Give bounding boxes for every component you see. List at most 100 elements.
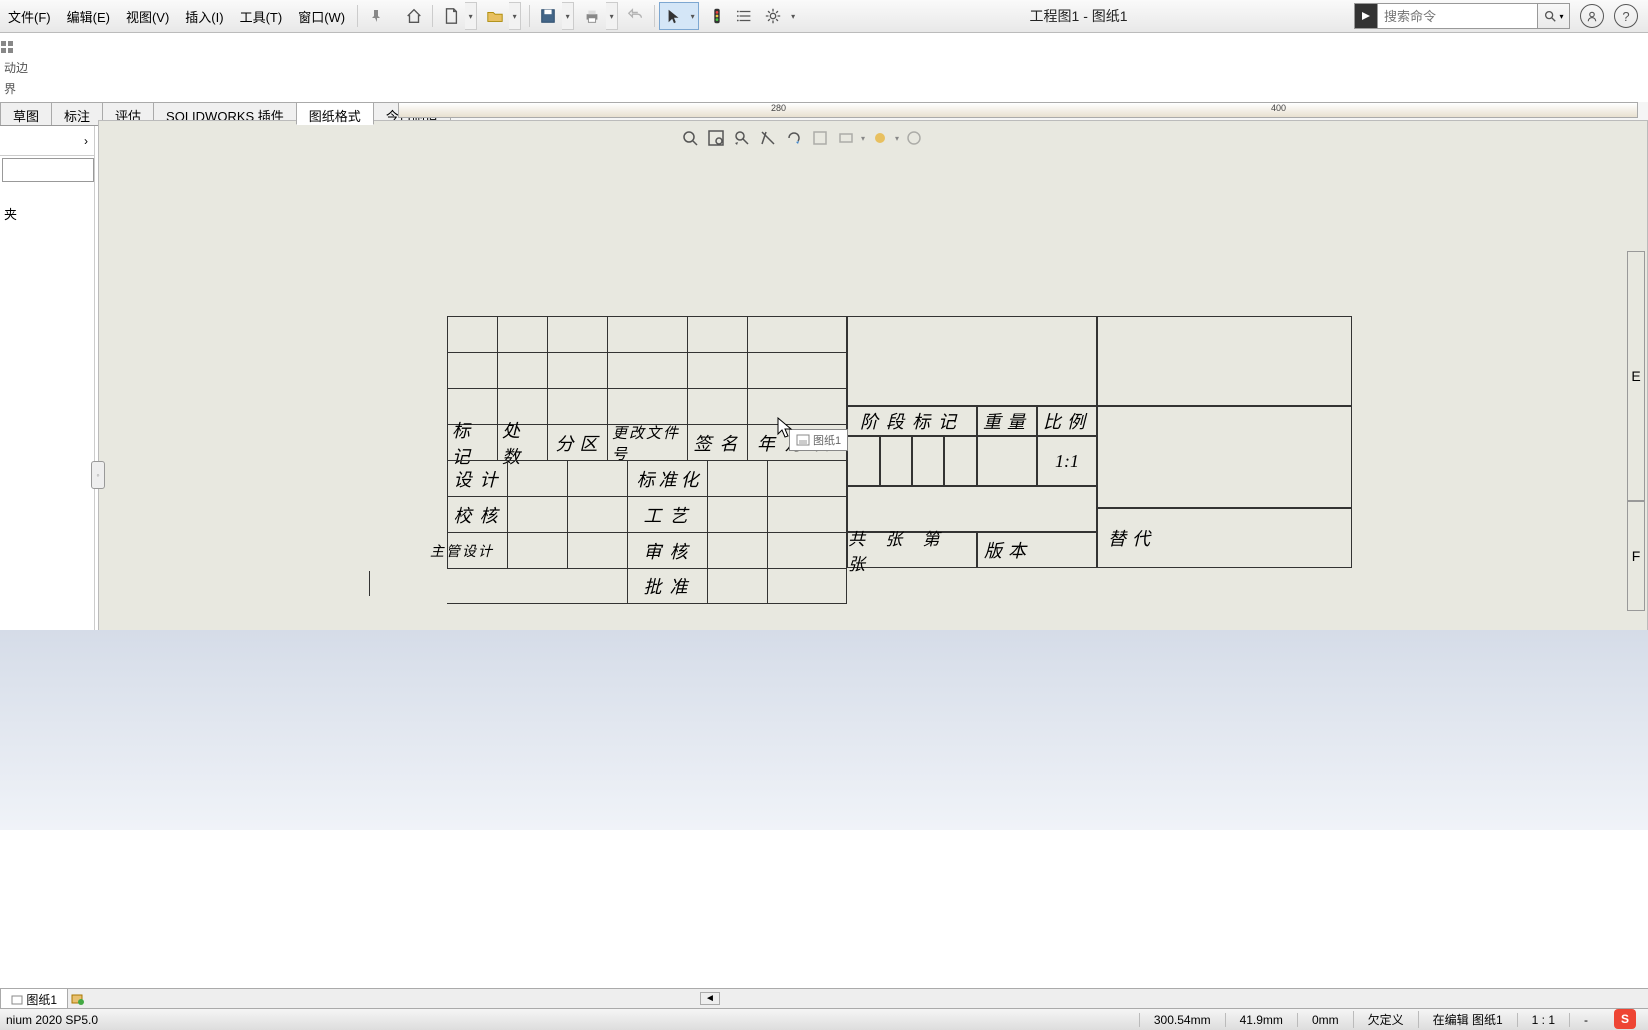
window-title: 工程图1 - 图纸1: [803, 6, 1354, 26]
td-replace: 替代: [1097, 508, 1352, 568]
list-button[interactable]: [731, 2, 759, 30]
tab-annotate[interactable]: 标注: [51, 102, 103, 125]
new-doc-dropdown[interactable]: ▾: [465, 2, 477, 30]
hide-show-icon[interactable]: [835, 127, 857, 149]
panel-resize-handle[interactable]: ◦: [91, 461, 105, 489]
pin-icon[interactable]: [368, 8, 384, 24]
sheet-scroll[interactable]: ◄: [700, 992, 720, 1005]
menu-tool[interactable]: 工具(T): [232, 0, 291, 32]
status-defined: 欠定义: [1353, 1011, 1418, 1028]
td-version: 版本: [977, 532, 1097, 568]
user-icon[interactable]: [1580, 4, 1604, 28]
td-check: 校核: [447, 496, 507, 532]
new-doc-button[interactable]: [437, 2, 465, 30]
status-editing: 在编辑 图纸1: [1418, 1011, 1517, 1028]
sheet-mini-icon: [796, 434, 810, 446]
sheet-tab-1[interactable]: 图纸1: [0, 988, 68, 1010]
open-dropdown[interactable]: ▾: [509, 2, 521, 30]
th-doc: 更改文件号: [607, 424, 687, 460]
user-help-icons: ?: [1580, 4, 1638, 28]
home-button[interactable]: [400, 2, 428, 30]
open-button[interactable]: [481, 2, 509, 30]
td-scale-value: 1:1: [1037, 436, 1097, 486]
add-sheet-button[interactable]: [68, 990, 88, 1008]
horizontal-ruler: 280 400: [398, 102, 1638, 118]
separator: [357, 5, 358, 27]
side-grid-icon: [0, 40, 16, 54]
scene-icon[interactable]: [903, 127, 925, 149]
status-scale: 1 : 1: [1517, 1013, 1569, 1027]
status-y: 41.9mm: [1225, 1013, 1297, 1027]
th-count: 处数: [497, 424, 547, 460]
search-magnifier-icon[interactable]: ▾: [1538, 3, 1570, 29]
view-heads-up-toolbar: ▾ ▾: [679, 127, 925, 149]
section-view-icon[interactable]: [757, 127, 779, 149]
td-process: 工艺: [627, 496, 707, 532]
ruler-mark-400: 400: [1271, 103, 1286, 113]
menu-bar: 文件(F) 编辑(E) 视图(V) 插入(I) 工具(T) 窗口(W) ▾ ▾ …: [0, 0, 1648, 33]
save-dropdown[interactable]: ▾: [562, 2, 574, 30]
ruler-mark-280: 280: [771, 103, 786, 113]
menu-file[interactable]: 文件(F): [0, 0, 59, 32]
separator: [654, 5, 655, 27]
th-weight: 重量: [977, 406, 1037, 436]
td-sheet-count: 共 张 第 张: [847, 532, 977, 568]
side-stubs: 动边 界: [0, 40, 32, 99]
print-button[interactable]: [578, 2, 606, 30]
td-review: 审核: [627, 532, 707, 568]
undo-button[interactable]: [622, 2, 650, 30]
th-scale: 比例: [1037, 406, 1097, 436]
main-toolbar: ▾ ▾ ▾ ▾ ▾ ▾: [400, 0, 803, 32]
status-x: 300.54mm: [1139, 1013, 1225, 1027]
sheet-tab-bar: 图纸1 ◄: [0, 988, 1648, 1008]
tick-mark: [369, 571, 370, 596]
menu-insert[interactable]: 插入(I): [177, 0, 231, 32]
graphics-bottom-area: [0, 630, 1648, 830]
zone-label-F: F: [1627, 501, 1645, 611]
tab-sketch[interactable]: 草图: [0, 102, 52, 125]
th-mark: 标记: [447, 424, 497, 460]
settings-dropdown[interactable]: ▾: [787, 2, 799, 30]
save-button[interactable]: [534, 2, 562, 30]
settings-button[interactable]: [759, 2, 787, 30]
prev-view-icon[interactable]: [731, 127, 753, 149]
separator: [432, 5, 433, 27]
separator: [529, 5, 530, 27]
status-end: -: [1569, 1013, 1602, 1027]
td-stdize: 标准化: [627, 460, 707, 496]
panel-filter-input[interactable]: [2, 158, 94, 182]
select-dropdown[interactable]: ▾: [687, 2, 699, 30]
color-icon[interactable]: [869, 127, 891, 149]
menu-view[interactable]: 视图(V): [118, 0, 177, 32]
th-sign: 签名: [687, 424, 747, 460]
td-design: 设计: [447, 460, 507, 496]
tab-sheetformat[interactable]: 图纸格式: [296, 102, 374, 125]
side-label-2: 界: [0, 78, 32, 99]
status-bar: nium 2020 SP5.0 300.54mm 41.9mm 0mm 欠定义 …: [0, 1008, 1648, 1030]
zoom-area-icon[interactable]: [705, 127, 727, 149]
status-version: nium 2020 SP5.0: [6, 1013, 1139, 1027]
search-box: ▾: [1354, 3, 1570, 29]
th-stage: 阶段标记: [847, 406, 977, 436]
panel-item[interactable]: 夹: [0, 184, 94, 243]
search-prefix-icon[interactable]: [1354, 3, 1378, 29]
menu-edit[interactable]: 编辑(E): [59, 0, 118, 32]
td-approve: 批准: [627, 568, 707, 604]
select-button[interactable]: [659, 2, 687, 30]
print-dropdown[interactable]: ▾: [606, 2, 618, 30]
traffic-icon[interactable]: [703, 2, 731, 30]
ime-indicator-icon[interactable]: S: [1614, 1009, 1636, 1029]
display-style-icon[interactable]: [809, 127, 831, 149]
panel-collapse[interactable]: ›: [0, 126, 94, 156]
search-input[interactable]: [1378, 3, 1538, 29]
zoom-fit-icon[interactable]: [679, 127, 701, 149]
td-chief: 主管设计: [447, 532, 507, 568]
cursor-tooltip: 图纸1: [789, 429, 848, 451]
th-zone: 分区: [547, 424, 607, 460]
rotate-view-icon[interactable]: [783, 127, 805, 149]
status-z: 0mm: [1297, 1013, 1353, 1027]
menu-window[interactable]: 窗口(W): [290, 0, 353, 32]
zone-label-E: E: [1627, 251, 1645, 501]
help-icon[interactable]: ?: [1614, 4, 1638, 28]
side-label-1: 动边: [0, 57, 32, 78]
